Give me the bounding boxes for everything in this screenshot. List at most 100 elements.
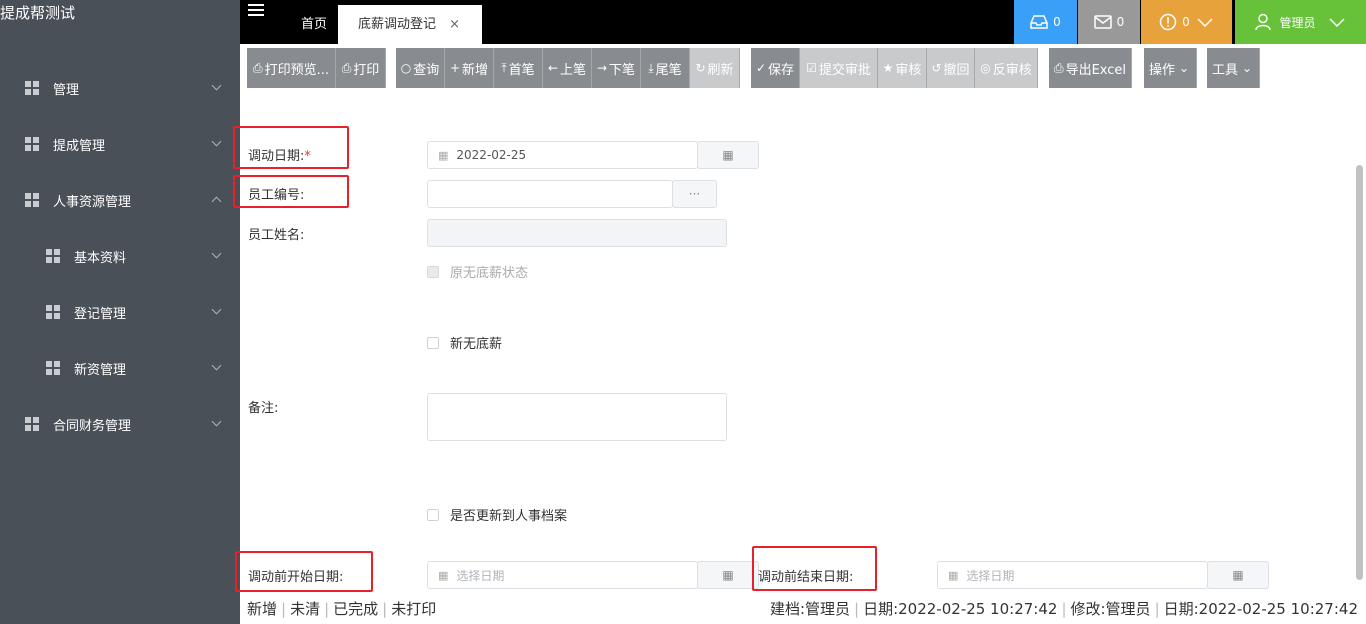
emp-no-picker-button[interactable]: ··· xyxy=(672,180,717,208)
arrow-right-icon: → xyxy=(596,61,608,75)
app-title: 提成帮测试 xyxy=(0,4,76,22)
checkbox-label: 新无底薪 xyxy=(450,337,503,352)
close-icon[interactable]: × xyxy=(449,5,460,45)
undo-icon: ↺ xyxy=(931,61,942,75)
vertical-scrollbar[interactable] xyxy=(1356,165,1363,580)
button-label: 首笔 xyxy=(508,62,535,78)
status-unprinted: 未打印 xyxy=(391,600,437,618)
user-icon xyxy=(1255,13,1272,31)
query-button[interactable]: ○ 查询 xyxy=(396,48,445,88)
button-label: 保存 xyxy=(768,62,795,78)
calendar-icon: ▦ xyxy=(1232,568,1244,582)
user-menu-button[interactable]: 管理员 xyxy=(1235,0,1366,44)
prev-record-button[interactable]: ← 上笔 xyxy=(543,48,592,88)
date-value: 2022-02-25 xyxy=(456,148,527,162)
sidebar-item-contract-finance[interactable]: 合同财务管理 xyxy=(0,396,240,452)
emp-no-input[interactable] xyxy=(427,180,673,208)
first-record-button[interactable]: ⤒ 首笔 xyxy=(494,48,543,88)
orig-no-base-checkbox: 原无底薪状态 xyxy=(427,262,528,281)
grid-icon xyxy=(25,417,39,431)
print-button[interactable]: ⎙ 打印 xyxy=(336,48,386,88)
audit-button[interactable]: ★ 审核 xyxy=(878,48,927,88)
next-record-button[interactable]: → 下笔 xyxy=(592,48,641,88)
alert-button[interactable]: 0 xyxy=(1141,0,1232,44)
save-button[interactable]: ✓ 保存 xyxy=(751,48,800,88)
button-label: 审核 xyxy=(895,62,922,78)
sidebar-item-manage[interactable]: 管理 xyxy=(0,60,240,116)
new-no-base-checkbox[interactable]: 新无底薪 xyxy=(427,333,502,352)
tools-dropdown[interactable]: 工具 ⌄ xyxy=(1207,48,1260,88)
tab-salary-change[interactable]: 底薪调动登记 × xyxy=(338,5,482,44)
grid-icon xyxy=(46,249,60,263)
alert-count: 0 xyxy=(1182,15,1190,29)
calendar-icon: ▦ xyxy=(438,148,449,162)
sidebar-item-basic-info[interactable]: 基本资料 xyxy=(0,228,240,284)
add-button[interactable]: + 新增 xyxy=(445,48,494,88)
grid-icon xyxy=(25,193,39,207)
plus-icon: + xyxy=(449,61,461,75)
checkbox-box[interactable] xyxy=(427,336,439,349)
button-label: 打印 xyxy=(353,62,380,78)
highlight-before-end-date xyxy=(752,546,877,591)
arrow-bottom-icon: ⤓ xyxy=(648,60,654,75)
status-audit-info: 建档:管理员 | 日期:2022-02-25 10:27:42 | 修改:管理员 | 日期:… xyxy=(769,600,1358,618)
menu-icon[interactable] xyxy=(248,4,264,19)
before-start-date-input[interactable]: ▦ 选择日期 xyxy=(427,561,698,589)
calendar-icon: ▦ xyxy=(438,568,449,582)
export-excel-button[interactable]: ⎙ 导出Excel xyxy=(1049,48,1132,88)
grid-icon xyxy=(25,137,39,151)
before-end-date-input[interactable]: ▦ 选择日期 xyxy=(937,561,1208,589)
before-end-date-picker-button[interactable]: ▦ xyxy=(1207,561,1269,589)
highlight-before-start-date xyxy=(235,551,373,592)
chevron-down-icon xyxy=(211,80,222,91)
remark-textarea[interactable] xyxy=(427,393,727,441)
sidebar-item-commission[interactable]: 提成管理 xyxy=(0,116,240,172)
sidebar-item-registration[interactable]: 登记管理 xyxy=(0,284,240,340)
grid-icon xyxy=(25,81,39,95)
sidebar-item-salary[interactable]: 新资管理 xyxy=(0,340,240,396)
print-preview-button[interactable]: ⎙ 打印预览... xyxy=(247,48,336,88)
sidebar-item-label: 管理 xyxy=(53,82,80,98)
change-date-input[interactable]: ▦ 2022-02-25 xyxy=(427,141,698,169)
modified-date: 日期:2022-02-25 10:27:42 xyxy=(1163,600,1358,618)
submit-approval-button[interactable]: ☑ 提交审批 xyxy=(800,48,878,88)
unaudit-button[interactable]: ◎ 反审核 xyxy=(975,48,1038,88)
button-label: 刷新 xyxy=(707,62,734,78)
check-icon: ✓ xyxy=(755,61,767,75)
highlight-change-date xyxy=(233,126,349,169)
button-label: 上笔 xyxy=(560,62,587,78)
button-label: 打印预览... xyxy=(264,62,329,78)
revoke-button[interactable]: ↺ 撤回 xyxy=(927,48,975,88)
arrow-top-icon: ⤒ xyxy=(501,60,507,75)
sidebar-menu: 管理 提成管理 人事资源管理 基本资料 登记管理 新资管理 合同财务管理 xyxy=(0,60,240,452)
update-archive-checkbox[interactable]: 是否更新到人事档案 xyxy=(427,505,567,524)
calendar-icon: ▦ xyxy=(722,568,734,582)
edit-icon: ☑ xyxy=(806,61,817,75)
chevron-down-icon xyxy=(211,248,222,259)
button-label: 尾笔 xyxy=(655,62,682,78)
button-label: 新增 xyxy=(462,62,489,78)
operate-dropdown[interactable]: 操作 ⌄ xyxy=(1144,48,1197,88)
chevron-down-icon xyxy=(1328,18,1345,28)
mail-count: 0 xyxy=(1116,15,1125,29)
chevron-up-icon xyxy=(211,196,222,207)
sidebar-item-hr[interactable]: 人事资源管理 xyxy=(0,172,240,228)
printer-icon: ⎙ xyxy=(341,60,352,75)
change-date-picker-button[interactable]: ▦ xyxy=(697,141,759,169)
checkbox-box xyxy=(427,265,439,278)
button-label: 工具 xyxy=(1211,62,1238,78)
last-record-button[interactable]: ⤓ 尾笔 xyxy=(641,48,690,88)
status-uncleared: 未清 xyxy=(290,600,321,618)
before-start-date-picker-button[interactable]: ▦ xyxy=(697,561,759,589)
created-date: 日期:2022-02-25 10:27:42 xyxy=(863,600,1058,618)
checkbox-box[interactable] xyxy=(427,508,439,521)
refresh-button[interactable]: ↻ 刷新 xyxy=(690,48,740,88)
emp-name-input xyxy=(427,219,727,247)
tab-label: 底薪调动登记 xyxy=(358,17,437,32)
inbox-count: 0 xyxy=(1053,15,1061,29)
printer-icon: ⎙ xyxy=(252,60,263,75)
inbox-button[interactable]: 0 xyxy=(1014,0,1077,44)
chevron-down-icon: ⌄ xyxy=(1241,61,1253,75)
sidebar-item-label: 人事资源管理 xyxy=(53,194,132,210)
mail-button[interactable]: 0 xyxy=(1078,0,1140,44)
